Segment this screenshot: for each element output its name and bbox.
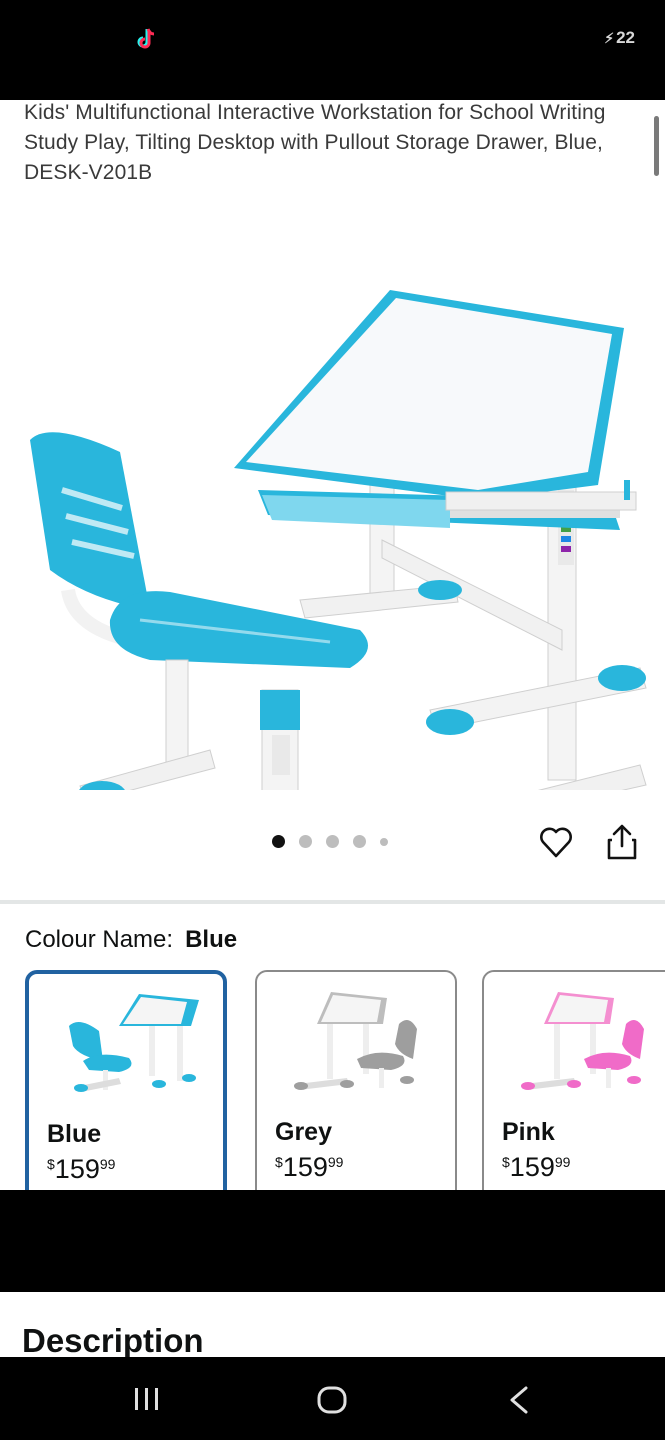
variant-name: Grey (275, 1118, 332, 1146)
battery-indicator: ⚡︎ 22 (604, 28, 635, 48)
variant-option-pink[interactable]: Pink $15999 (482, 970, 665, 1190)
variant-name: Blue (47, 1120, 102, 1148)
image-carousel-dots[interactable] (272, 835, 388, 848)
tiktok-icon (137, 28, 155, 49)
description-heading: Description (22, 1322, 204, 1357)
variant-name: Pink (502, 1118, 555, 1146)
colour-name-value: Blue (185, 926, 238, 953)
battery-level: 22 (616, 28, 635, 47)
product-title: Kids' Multifunctional Interactive Workst… (24, 101, 606, 184)
product-image[interactable] (10, 190, 650, 790)
variant-thumbnail (294, 992, 417, 1090)
carousel-dot-1[interactable] (272, 835, 285, 848)
overlay-band (0, 1190, 665, 1292)
system-nav-bar (0, 1357, 665, 1440)
bolt-icon: ⚡︎ (604, 29, 615, 46)
variant-price: $15999 (47, 1154, 116, 1184)
share-icon[interactable] (604, 822, 640, 862)
variant-option-grey[interactable]: Grey $15999 (255, 970, 457, 1190)
variant-thumbnail (521, 992, 644, 1090)
section-divider (0, 900, 665, 904)
description-section: Description (0, 1292, 665, 1357)
product-page[interactable]: Kids' Multifunctional Interactive Workst… (0, 100, 665, 1190)
carousel-dot-4[interactable] (353, 835, 366, 848)
recents-icon[interactable] (133, 1386, 161, 1412)
back-icon[interactable] (506, 1385, 532, 1415)
heart-icon[interactable] (538, 824, 574, 860)
carousel-dot-3[interactable] (326, 835, 339, 848)
colour-name-row: Colour Name: Blue (25, 926, 237, 954)
variant-thumbnail (69, 994, 199, 1092)
variant-price: $15999 (502, 1152, 571, 1182)
colour-name-label: Colour Name: (25, 926, 174, 953)
variant-price: $15999 (275, 1152, 344, 1182)
carousel-dot-5[interactable] (380, 837, 388, 846)
variant-option-blue[interactable]: Blue $15999 (25, 970, 227, 1190)
scrollbar[interactable] (654, 116, 659, 176)
status-bar: ⚡︎ 22 (0, 0, 665, 100)
home-icon[interactable] (316, 1385, 348, 1415)
carousel-dot-2[interactable] (299, 835, 312, 848)
